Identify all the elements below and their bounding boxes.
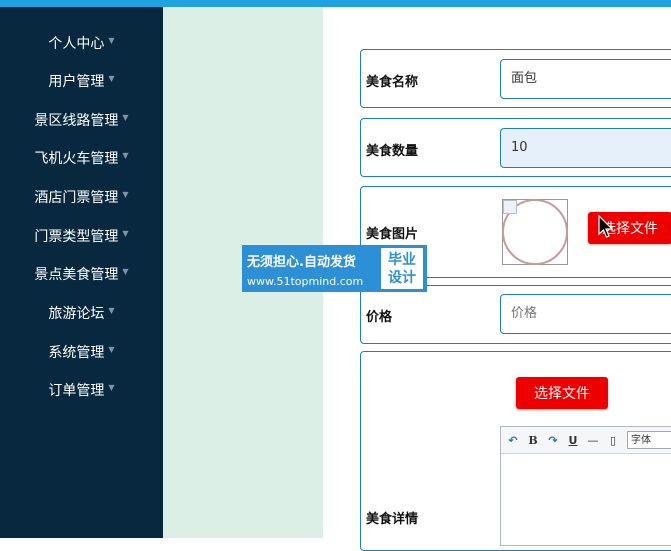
price-label: 价格 [366, 310, 393, 325]
watermark-badge-line2: 设计 [388, 269, 416, 286]
page-icon[interactable]: ▯ [607, 434, 619, 447]
sidebar-item-forum[interactable]: 旅游论坛 ▼ [0, 298, 163, 328]
sidebar-item-label: 景区线路管理 [34, 113, 119, 129]
caret-down-icon: ▼ [108, 73, 115, 83]
caret-down-icon: ▼ [108, 344, 115, 354]
sidebar-item-ticket-type-management[interactable]: 门票类型管理 ▼ [0, 221, 163, 251]
sidebar-item-label: 用户管理 [48, 74, 105, 90]
sidebar-item-user-management[interactable]: 用户管理 ▼ [0, 66, 163, 96]
broken-image-icon [503, 200, 517, 214]
sidebar-item-hotel-ticket-management[interactable]: 酒店门票管理 ▼ [0, 182, 163, 212]
form-row-quantity: 美食数量 10 [360, 118, 671, 177]
mouse-cursor-icon [598, 215, 614, 238]
sidebar-item-label: 门票类型管理 [34, 229, 119, 245]
watermark-text: 无须担心.自动发货 [247, 254, 356, 270]
quantity-input[interactable]: 10 [500, 128, 671, 168]
editor-toolbar: ↶ B ↷ U — ▯ 字体 [501, 427, 671, 454]
bold-button[interactable]: B [527, 434, 539, 447]
underline-button[interactable]: U [567, 434, 579, 447]
horizontal-rule-icon[interactable]: — [587, 434, 599, 447]
name-label: 美食名称 [366, 75, 419, 90]
sidebar: 个人中心 ▼ 用户管理 ▼ 景区线路管理 ▼ 飞机火车管理 ▼ 酒店门票管理 ▼ 门票类型… [0, 7, 163, 538]
sidebar-item-food-management[interactable]: 景点美食管理 ▼ [0, 259, 163, 289]
sidebar-item-route-management[interactable]: 景区线路管理 ▼ [0, 105, 163, 135]
caret-down-icon: ▼ [108, 382, 115, 392]
caret-down-icon: ▼ [108, 305, 115, 315]
sidebar-item-order-management[interactable]: 订单管理 ▼ [0, 375, 163, 405]
font-select[interactable]: 字体 [627, 431, 671, 449]
watermark-url: www.51topmind.com [247, 274, 364, 288]
caret-down-icon: ▼ [122, 228, 129, 238]
name-input[interactable]: 面包 [500, 59, 671, 99]
price-input[interactable]: 价格 [500, 294, 671, 334]
sidebar-item-label: 酒店门票管理 [34, 190, 119, 206]
detail-label: 美食详情 [366, 512, 419, 527]
sidebar-item-label: 个人中心 [48, 36, 105, 52]
caret-down-icon: ▼ [122, 112, 129, 122]
sidebar-item-label: 景点美食管理 [34, 267, 119, 283]
form-row-price: 价格 价格 [360, 285, 671, 344]
undo-icon[interactable]: ↶ [507, 434, 519, 447]
detail-choose-file-button[interactable]: 选择文件 [516, 377, 608, 409]
watermark-banner: 无须担心.自动发货 www.51topmind.com 毕业 设计 [242, 245, 427, 292]
top-bar [0, 0, 671, 7]
quantity-label: 美食数量 [366, 144, 419, 159]
form-row-detail: 美食详情 选择文件 ↶ B ↷ U — ▯ 字体 [360, 351, 671, 551]
redo-icon[interactable]: ↷ [547, 434, 559, 447]
sidebar-item-label: 订单管理 [48, 383, 105, 399]
sidebar-item-personal-center[interactable]: 个人中心 ▼ [0, 28, 163, 58]
caret-down-icon: ▼ [122, 266, 129, 276]
caret-down-icon: ▼ [122, 150, 129, 160]
sidebar-item-system-management[interactable]: 系统管理 ▼ [0, 337, 163, 367]
image-preview [502, 199, 568, 265]
sidebar-item-label: 飞机火车管理 [34, 151, 119, 167]
caret-down-icon: ▼ [122, 189, 129, 199]
sidebar-item-label: 系统管理 [48, 345, 105, 361]
watermark-badge: 毕业 设计 [381, 248, 423, 289]
watermark-badge-line1: 毕业 [388, 251, 416, 268]
sidebar-item-label: 旅游论坛 [48, 306, 105, 322]
caret-down-icon: ▼ [108, 35, 115, 45]
form-row-name: 美食名称 面包 [360, 49, 671, 108]
sidebar-item-flight-train-management[interactable]: 飞机火车管理 ▼ [0, 143, 163, 173]
rich-text-editor[interactable]: ↶ B ↷ U — ▯ 字体 [500, 426, 671, 546]
image-label: 美食图片 [366, 227, 419, 242]
